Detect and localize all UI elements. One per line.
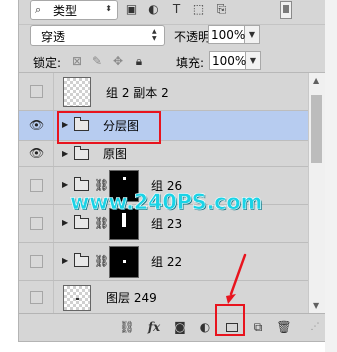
mask-thumbnail[interactable] [109, 246, 139, 278]
mask-shape [123, 260, 126, 263]
layer-name: 组 23 [151, 217, 183, 231]
scroll-up-icon[interactable]: ▲ [313, 76, 319, 85]
fill-label: 填充: [176, 56, 205, 70]
visibility-toggle[interactable] [30, 85, 43, 98]
blend-row: 穿透 ▲ ▼ 不透明度: 100% ▼ [19, 25, 325, 47]
add-mask-icon[interactable]: ◙ [171, 319, 189, 335]
divider [53, 111, 54, 140]
folder-icon [74, 146, 89, 160]
layer-row[interactable]: ▶ ⛓︎ 组 22 [19, 243, 308, 281]
opacity-dropdown-button[interactable]: ▼ [245, 25, 260, 44]
layer-name: 图层 249 [106, 291, 157, 305]
shape-filter-icon[interactable]: ⬚ [192, 3, 205, 15]
adjustment-filter-icon[interactable]: ◐ [147, 3, 160, 15]
filter-toggle[interactable] [280, 1, 292, 19]
scroll-down-icon[interactable]: ▼ [313, 301, 319, 310]
resize-grip-icon[interactable]: ⋰ [306, 319, 324, 335]
blend-mode-value: 穿透 [41, 30, 66, 44]
divider [53, 205, 54, 242]
lock-all-icon[interactable]: 🔒︎ [132, 54, 146, 68]
layers-bottom-toolbar: ⛓︎ fx ◙ ◐ ⧉ 🗑︎ ⋰ [19, 313, 325, 341]
visibility-toggle[interactable] [30, 179, 43, 192]
layers-scrollbar[interactable]: ▲ ▼ [308, 73, 325, 313]
expand-arrow-icon[interactable]: ▶ [62, 149, 68, 158]
layers-panel: ⌕ 类型 ⬍ ▣ ◐ T ⬚ ⎘ 穿透 ▲ ▼ 不透明度: 100% ▼ 锁定: … [18, 0, 326, 342]
layer-filter-bar: ⌕ 类型 ⬍ ▣ ◐ T ⬚ ⎘ [19, 0, 325, 25]
filter-kind-label: 类型 [53, 4, 78, 18]
smart-object-filter-icon[interactable]: ⎘ [215, 3, 228, 15]
layer-name: 组 22 [151, 255, 183, 269]
expand-arrow-icon[interactable]: ▶ [62, 256, 68, 265]
layer-row[interactable]: 图层 249 [19, 281, 308, 313]
visibility-toggle[interactable] [30, 217, 43, 230]
adjustment-layer-icon[interactable]: ◐ [196, 319, 214, 335]
divider [53, 73, 54, 110]
search-icon: ⌕ [35, 3, 42, 16]
background-strip [325, 0, 337, 352]
lock-position-icon[interactable]: ✥ [111, 54, 125, 68]
divider [53, 243, 54, 280]
updown-icon: ⬍ [105, 4, 112, 13]
layer-style-button[interactable]: fx [145, 319, 163, 335]
scroll-thumb[interactable] [311, 95, 322, 163]
filter-kind-select[interactable]: ⌕ 类型 ⬍ [30, 0, 118, 20]
lock-transparent-icon[interactable]: ⊠ [70, 54, 84, 68]
blend-mode-select[interactable]: 穿透 ▲ ▼ [30, 25, 165, 46]
visibility-toggle[interactable] [30, 291, 43, 304]
layer-thumbnail [63, 77, 91, 107]
watermark-text: www.240PS.com [70, 190, 263, 215]
divider [53, 167, 54, 204]
highlight-box-layer [57, 111, 161, 144]
image-filter-icon[interactable]: ▣ [125, 3, 138, 15]
fill-input[interactable]: 100% [209, 51, 246, 70]
divider [53, 141, 54, 166]
mask-shape [123, 177, 126, 180]
layer-thumbnail [63, 285, 91, 311]
mask-shape [122, 213, 126, 227]
new-layer-icon[interactable]: ⧉ [249, 319, 267, 335]
trash-icon[interactable]: 🗑︎ [275, 319, 293, 335]
opacity-input[interactable]: 100% [208, 25, 245, 44]
updown-icon: ▲ ▼ [152, 28, 157, 42]
divider [53, 281, 54, 313]
layer-row[interactable]: 组 2 副本 2 [19, 73, 308, 111]
eye-icon[interactable]: 👁︎ [29, 118, 45, 132]
link-layers-icon[interactable]: ⛓︎ [118, 319, 136, 335]
link-icon: ⛓︎ [94, 254, 110, 268]
folder-icon [74, 215, 89, 229]
layer-name: 组 2 副本 2 [106, 86, 169, 100]
expand-arrow-icon[interactable]: ▶ [62, 180, 68, 189]
layer-row[interactable]: 👁︎ ▶ 原图 [19, 141, 308, 167]
folder-icon [74, 253, 89, 267]
type-filter-icon[interactable]: T [170, 3, 183, 15]
layer-content-mark [76, 298, 79, 300]
link-icon: ⛓︎ [94, 216, 110, 230]
visibility-toggle[interactable] [30, 255, 43, 268]
fill-dropdown-button[interactable]: ▼ [246, 51, 261, 70]
lock-label: 锁定: [33, 56, 62, 70]
lock-row: 锁定: ⊠ ✎ ✥ 🔒︎ 填充: 100% ▼ [19, 50, 325, 73]
annotation-arrow-icon [226, 253, 247, 304]
expand-arrow-icon[interactable]: ▶ [62, 218, 68, 227]
layer-name: 原图 [103, 147, 128, 161]
eye-icon[interactable]: 👁︎ [29, 146, 45, 160]
lock-image-icon[interactable]: ✎ [90, 54, 104, 68]
